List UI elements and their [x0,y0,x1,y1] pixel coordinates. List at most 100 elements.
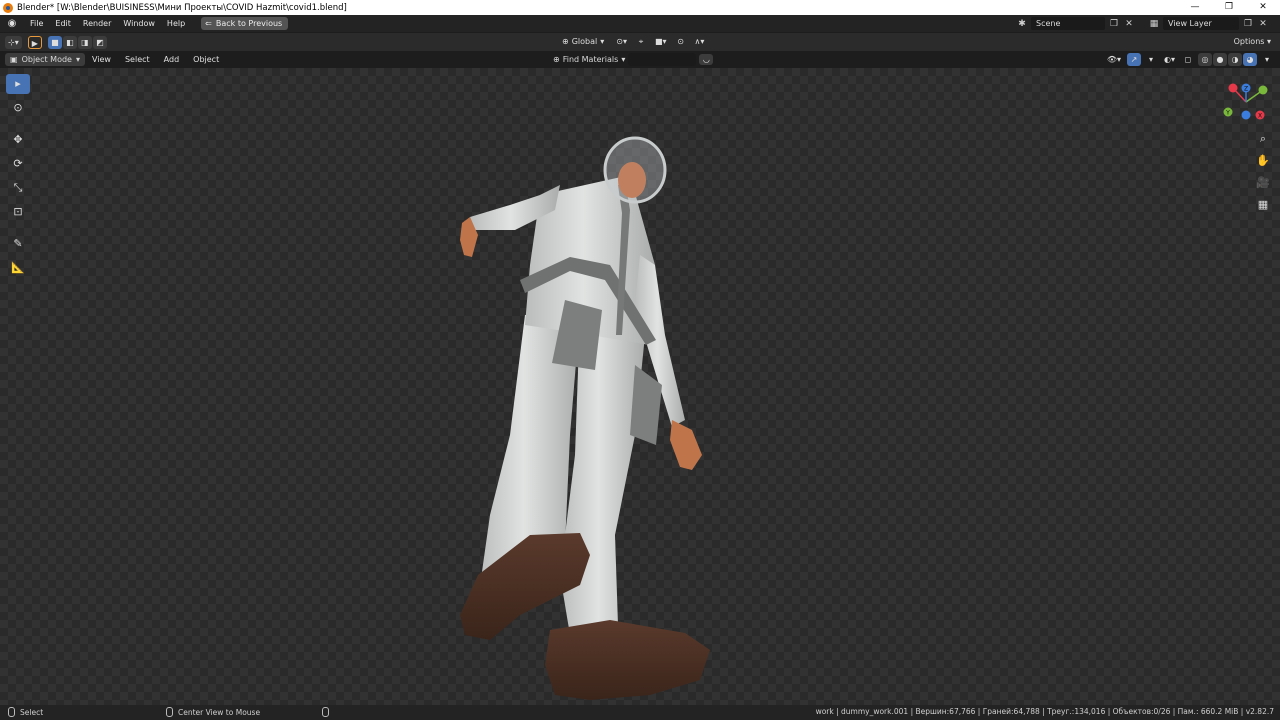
solid-shading-icon[interactable]: ● [1213,53,1227,66]
transform-orientation-dropdown[interactable]: ⊕ Global ▾ [557,35,610,48]
navigation-gizmo[interactable]: Z Y X [1218,78,1274,126]
transform-settings: ⊕ Global ▾ ⊙▾ ⌖ ■▾ ⊙ ∧▾ [557,35,708,48]
globe-icon: ⊕ [553,55,560,64]
status-center-view-hint: Center View to Mouse [166,707,260,717]
close-button[interactable]: ✕ [1246,0,1280,15]
status-bar: Select Center View to Mouse work | dummy… [0,705,1280,720]
scale-tool-icon[interactable]: ⤡ [6,178,30,198]
wireframe-shading-icon[interactable]: ◎ [1198,53,1212,66]
delete-scene-icon[interactable]: ✕ [1123,18,1135,30]
window-title: Blender* [W:\Blender\BUISINESS\Мини Прое… [17,2,347,13]
snap-target-icon[interactable]: ■▾ [651,35,670,48]
transform-tool-icon[interactable]: ⊡ [6,202,30,222]
snap-icon[interactable]: ⌖ [633,35,648,48]
mouse-right-icon [322,707,329,717]
zoom-icon[interactable]: ⌕ [1254,130,1272,148]
scene-icon[interactable]: ✱ [1016,18,1028,30]
menu-view[interactable]: View [85,55,118,64]
options-dropdown[interactable]: Options ▾ [1230,35,1274,48]
window-titlebar: Blender* [W:\Blender\BUISINESS\Мини Прое… [0,0,1280,15]
menu-file[interactable]: File [24,15,49,32]
select-box-tool-icon[interactable]: ▸ [6,74,30,94]
rotate-tool-icon[interactable]: ⟳ [6,154,30,174]
gizmo-neg-x-handle[interactable] [1228,83,1238,93]
scene-name-field[interactable]: Scene [1031,17,1105,30]
back-to-previous-label: Back to Previous [215,19,283,28]
mouse-middle-icon [166,707,173,717]
search-options-icon[interactable]: ◡ [699,54,714,65]
chevron-down-icon: ▾ [600,37,605,46]
pan-hand-icon[interactable]: ✋ [1254,152,1272,170]
gizmo-y-label: Y [1225,110,1230,117]
window-controls: — ❐ ✕ [1178,0,1280,15]
gizmo-dropdown-icon[interactable]: ▾ [1144,53,1158,66]
status-select-label: Select [20,707,44,717]
camera-view-icon[interactable]: 🎥 [1254,174,1272,192]
mouse-left-icon [8,707,15,717]
orientation-icon: ⊕ [562,37,569,46]
move-tool-icon[interactable]: ✥ [6,130,30,150]
gizmo-x-label: X [1258,113,1262,120]
view-layer-field[interactable]: View Layer [1163,17,1239,30]
xray-toggle-icon[interactable]: ◻ [1181,53,1195,66]
select-subtract-icon[interactable]: ◨ [77,35,92,49]
hazmat-suit-model[interactable] [430,135,740,705]
blender-menu-icon[interactable]: ◉ [6,18,18,30]
top-menubar: ◉ File Edit Render Window Help ⇐ Back to… [0,15,1280,32]
select-intersect-icon[interactable]: ◩ [92,35,107,49]
shading-options-icon[interactable]: ▾ [1260,53,1274,66]
view-layer-selector: ▦ View Layer ❐ ✕ [1148,17,1269,30]
view-layer-icon[interactable]: ▦ [1148,18,1160,30]
right-boot [545,620,710,700]
viewport-navigation-tools: ⌕ ✋ 🎥 ▦ [1254,130,1272,214]
scene-selector: ✱ Scene ❐ ✕ [1016,17,1135,30]
select-new-icon[interactable]: ■ [47,35,62,49]
object-mode-dropdown[interactable]: ▣ Object Mode ▾ [5,53,85,66]
gizmo-z-label: Z [1244,86,1248,93]
maximize-button[interactable]: ❐ [1212,0,1246,15]
delete-view-layer-icon[interactable]: ✕ [1257,18,1269,30]
rendered-shading-icon[interactable]: ◕ [1243,53,1257,66]
find-materials-dropdown[interactable]: Find Materials [563,55,619,64]
options-label: Options [1233,37,1265,46]
menu-edit[interactable]: Edit [49,15,77,32]
status-select-hint: Select [8,707,43,717]
gizmo-toggle-icon[interactable]: ↗ [1127,53,1141,66]
menu-render[interactable]: Render [77,15,117,32]
select-extend-icon[interactable]: ◧ [62,35,77,49]
editor-type-icon[interactable]: ⊹▾ [5,35,22,49]
status-right-mouse-hint [322,707,329,717]
visibility-icon[interactable]: 👁▾ [1104,53,1124,66]
cursor-tool-icon[interactable]: ⊙ [6,98,30,118]
menu-select[interactable]: Select [118,55,157,64]
new-view-layer-icon[interactable]: ❐ [1242,18,1254,30]
overlay-toggle-icon[interactable]: ◐▾ [1161,53,1178,66]
menu-add[interactable]: Add [157,55,187,64]
face [618,162,646,198]
menu-object[interactable]: Object [186,55,226,64]
viewport-shading-controls: 👁▾ ↗ ▾ ◐▾ ◻ ◎ ● ◑ ◕ ▾ [1104,53,1274,66]
back-to-previous-button[interactable]: ⇐ Back to Previous [201,17,289,30]
new-scene-icon[interactable]: ❐ [1108,18,1120,30]
menu-window[interactable]: Window [117,15,161,32]
blender-logo-icon [3,2,13,13]
chevron-down-icon: ▾ [621,55,626,64]
tool-settings-header: ⊹▾ ▶ ■ ◧ ◨ ◩ ⊕ Global ▾ ⊙▾ ⌖ ■▾ ⊙ ∧▾ Opt… [0,33,1280,51]
menu-help[interactable]: Help [161,15,191,32]
gizmo-neg-y-handle[interactable] [1258,85,1268,95]
status-center-view-label: Center View to Mouse [178,707,261,717]
annotate-tool-icon[interactable]: ✎ [6,234,30,254]
material-search-input[interactable] [628,53,697,66]
transform-orientation-value: Global [571,37,598,46]
falloff-icon[interactable]: ∧▾ [691,35,708,48]
gizmo-neg-z-handle[interactable] [1241,110,1251,120]
right-hand [670,420,702,470]
minimize-button[interactable]: — [1178,0,1212,15]
proportional-edit-icon[interactable]: ⊙ [673,35,688,48]
perspective-grid-icon[interactable]: ▦ [1254,196,1272,214]
material-shading-icon[interactable]: ◑ [1228,53,1242,66]
active-tool-icon[interactable]: ▶ [27,35,42,49]
pivot-point-icon[interactable]: ⊙▾ [613,35,630,48]
measure-tool-icon[interactable]: 📐 [6,258,30,278]
object-mode-icon: ▣ [10,55,18,64]
